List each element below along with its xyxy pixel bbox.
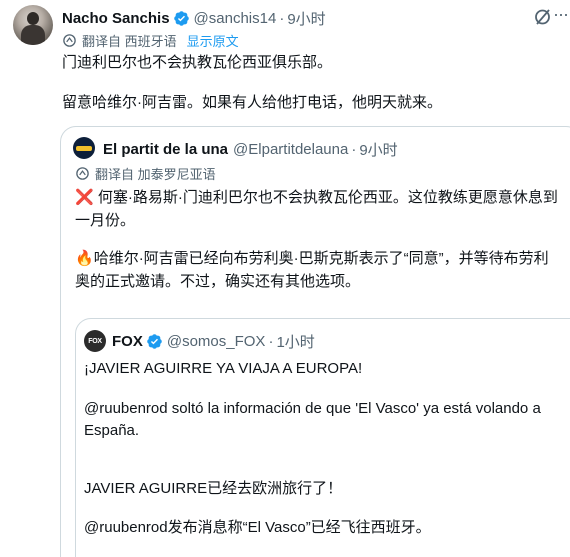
separator-dot: · (279, 9, 285, 27)
avatar[interactable] (13, 5, 53, 45)
nested-text-line-4: JAVIER AGUIRRE已经去欧洲旅行了！ (84, 480, 343, 497)
fox-logo: FOX (84, 330, 106, 352)
nested-author-handle: @somos_FOX (166, 333, 266, 350)
quoted-text-line-2: 一月份。 (75, 212, 136, 229)
quoted-time: 9小时 (359, 142, 398, 159)
nested-text-line-5: @ruubenrod发布消息称“El Vasco”已经飞往西班牙。 (84, 519, 431, 536)
grok-icon[interactable] (533, 7, 553, 27)
tweet-text-line-1: 门迪利巴尔也不会执教瓦伦西亚俱乐部。 (62, 54, 333, 71)
translate-icon (76, 167, 89, 180)
tweet-text-line-2: 留意哈维尔·阿吉雷。如果有人给他打电话，他明天就来。 (62, 94, 442, 111)
separator-dot: · (351, 141, 357, 158)
translated-from-label: 翻译自 西班牙语 (82, 34, 177, 49)
verified-badge-icon (147, 334, 162, 349)
separator-dot: · (268, 333, 274, 350)
tweet-time[interactable]: 9小时 (287, 8, 325, 29)
nested-time: 1小时 (276, 334, 315, 351)
cross-mark-icon: ❌ (75, 189, 94, 206)
verified-badge-icon (173, 10, 189, 26)
quoted-text-line-4: 奥的正式邀请。不过，确实还有其他选项。 (75, 273, 361, 290)
show-original-link[interactable]: 显示原文 (187, 31, 239, 50)
quoted-header: El partit de la una @Elpartitdelauna · 9… (103, 139, 398, 160)
tweet-header: Nacho Sanchis @sanchis14 · 9小时 (62, 8, 326, 28)
quoted-author-name: El partit de la una (103, 141, 229, 158)
author-handle[interactable]: @sanchis14 (194, 10, 277, 27)
nested-text-line-2: @ruubenrod soltó la información de que '… (84, 400, 541, 417)
fire-icon: 🔥 (75, 250, 94, 267)
quoted-text-line-1-content: 何塞·路易斯·门迪利巴尔也不会执教瓦伦西亚。这位教练更愿意休息到 (97, 189, 558, 206)
translate-icon (63, 34, 76, 47)
quoted-translation-note: 翻译自 加泰罗尼亚语 (75, 164, 216, 183)
nested-quoted-tweet[interactable]: FOX FOX @somos_FOX · 1小时 ¡JAVIER AGUIRRE… (75, 318, 570, 557)
more-options-icon[interactable]: ··· (553, 5, 569, 26)
nested-text-line-1: ¡JAVIER AGUIRRE YA VIAJA A EUROPA! (84, 360, 363, 377)
quoted-text-line-3-content: 哈维尔·阿吉雷已经向布劳利奥·巴斯克斯表示了“同意”，并等待布劳利 (93, 250, 549, 267)
quoted-translated-from-label: 翻译自 加泰罗尼亚语 (95, 167, 216, 182)
author-name[interactable]: Nacho Sanchis (62, 10, 170, 27)
quoted-avatar (73, 137, 95, 159)
nested-quoted-header: FOX @somos_FOX · 1小时 (112, 331, 315, 352)
quoted-text-line-3: 🔥哈维尔·阿吉雷已经向布劳利奥·巴斯克斯表示了“同意”，并等待布劳利 (75, 248, 549, 269)
quoted-text-line-1: ❌ 何塞·路易斯·门迪利巴尔也不会执教瓦伦西亚。这位教练更愿意休息到 (75, 187, 558, 208)
translation-note: 翻译自 西班牙语 显示原文 (62, 31, 239, 50)
nested-text-line-3: España. (84, 422, 140, 439)
nested-author-name: FOX (112, 333, 143, 350)
quoted-author-handle: @Elpartitdelauna (233, 141, 349, 158)
